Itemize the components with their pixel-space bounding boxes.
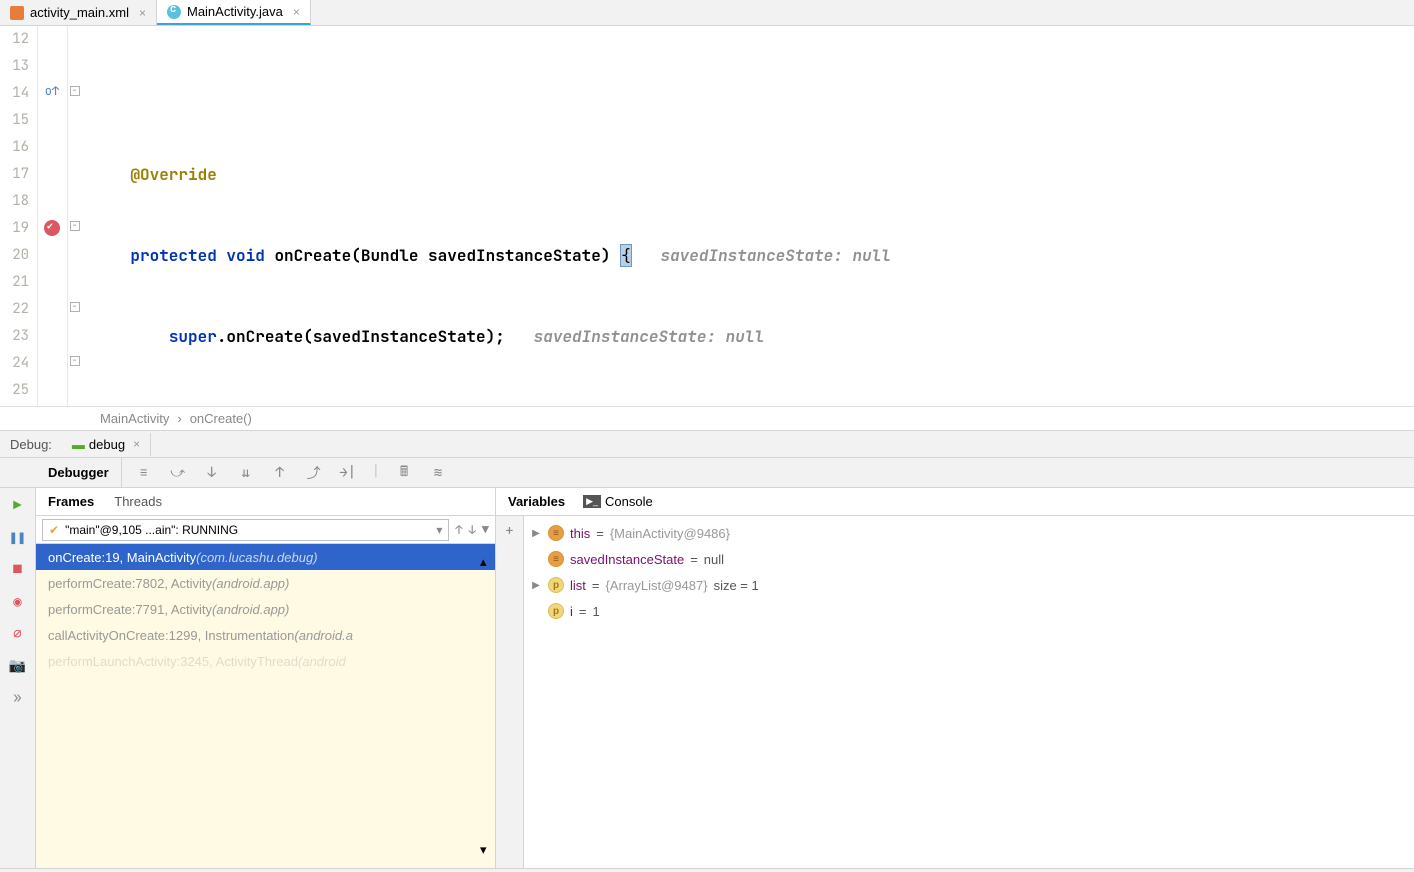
breadcrumb-item[interactable]: MainActivity [100, 411, 169, 426]
android-icon: ▬ [72, 437, 85, 452]
field-icon: ≡ [548, 525, 564, 541]
field-icon: ≡ [548, 551, 564, 567]
thread-selector[interactable]: ✔ "main"@9,105 ...ain": RUNNING ▾ [42, 519, 449, 541]
tab-mainactivity-java[interactable]: MainActivity.java × [157, 0, 311, 25]
fold-icon[interactable] [70, 221, 80, 231]
override-up-icon[interactable]: o↑ [44, 83, 60, 99]
camera-icon[interactable]: 📷 [8, 656, 28, 676]
pause-icon[interactable]: ❚❚ [8, 528, 28, 548]
close-icon[interactable]: × [293, 5, 300, 19]
step-out-icon[interactable]: ↑ [270, 463, 290, 483]
threads-tab[interactable]: Threads [114, 494, 162, 509]
breadcrumb[interactable]: MainActivity › onCreate() [0, 406, 1414, 430]
chevron-right-icon: › [177, 411, 181, 426]
run-to-cursor-icon[interactable]: →| [338, 463, 358, 483]
next-frame-icon[interactable]: ↓ [469, 522, 476, 538]
filter-icon[interactable]: ▼ [482, 522, 489, 538]
line-number-gutter: 1213141516171819202122232425262728293031 [0, 26, 38, 406]
debug-config-name: debug [89, 437, 125, 452]
variables-tab[interactable]: Variables [508, 494, 565, 509]
xml-file-icon [10, 6, 24, 20]
stack-frame[interactable]: performCreate:7802, Activity (android.ap… [36, 570, 495, 596]
variable-row[interactable]: ▶≡this = {MainActivity@9486} [524, 520, 1414, 546]
debug-label: Debug: [0, 437, 62, 452]
bottom-bar [0, 868, 1414, 872]
fold-icon[interactable] [70, 302, 80, 312]
tab-label: activity_main.xml [30, 5, 129, 20]
variable-row[interactable]: ≡savedInstanceState = null [524, 546, 1414, 572]
drop-frame-icon[interactable]: ⤴ [304, 463, 324, 483]
frames-list[interactable]: onCreate:19, MainActivity (com.lucashu.d… [36, 544, 495, 868]
parameter-icon: p [548, 603, 564, 619]
thread-name: "main"@9,105 ...ain": RUNNING [65, 523, 238, 537]
fold-icon[interactable] [70, 356, 80, 366]
console-icon: ▶_ [583, 495, 601, 508]
step-into-icon[interactable]: ↓ [202, 463, 222, 483]
tab-activity-main-xml[interactable]: activity_main.xml × [0, 0, 157, 25]
resume-icon[interactable]: ▶ [8, 496, 28, 516]
more-icon[interactable]: » [8, 688, 28, 708]
fold-column [68, 26, 82, 406]
code-content[interactable]: @Override protected void onCreate(Bundle… [82, 26, 1414, 406]
frames-pane: Frames Threads ✔ "main"@9,105 ...ain": R… [36, 488, 496, 868]
evaluate-expression-icon[interactable]: 🖩 [394, 463, 414, 483]
add-watch-button[interactable]: + [496, 516, 524, 868]
breakpoint-icon[interactable] [44, 220, 60, 236]
close-icon[interactable]: × [133, 437, 140, 451]
gutter-icons: o↑ [38, 26, 68, 406]
trace-icon[interactable]: ≋ [428, 463, 448, 483]
code-editor[interactable]: 1213141516171819202122232425262728293031… [0, 26, 1414, 406]
expand-icon[interactable]: ▶ [530, 528, 542, 539]
variable-row[interactable]: ▶plist = {ArrayList@9487} size = 1 [524, 572, 1414, 598]
variables-pane: Variables ▶_Console + ▶≡this = {MainActi… [496, 488, 1414, 868]
debug-toolbar: Debugger ≡ ⤻ ↓ ⇊ ↑ ⤴ →| | 🖩 ≋ [0, 458, 1414, 488]
parameter-icon: p [548, 577, 564, 593]
stack-frame[interactable]: onCreate:19, MainActivity (com.lucashu.d… [36, 544, 495, 570]
stack-frame[interactable]: callActivityOnCreate:1299, Instrumentati… [36, 622, 495, 648]
stack-frame[interactable]: performLaunchActivity:3245, ActivityThre… [36, 648, 495, 674]
chevron-down-icon: ▾ [436, 523, 442, 537]
view-breakpoints-icon[interactable]: ◉ [8, 592, 28, 612]
variable-row[interactable]: pi = 1 [524, 598, 1414, 624]
show-execution-point-icon[interactable]: ≡ [134, 463, 154, 483]
close-icon[interactable]: × [139, 6, 146, 20]
debug-side-toolbar: ▶ ❚❚ ■ ◉ ⌀ 📷 » [0, 488, 36, 868]
checkmark-icon: ✔ [49, 523, 59, 537]
stack-frame[interactable]: performCreate:7791, Activity (android.ap… [36, 596, 495, 622]
console-tab[interactable]: ▶_Console [583, 494, 653, 509]
mute-breakpoints-icon[interactable]: ⌀ [8, 624, 28, 644]
editor-tabs: activity_main.xml × MainActivity.java × [0, 0, 1414, 26]
java-class-icon [167, 5, 181, 19]
expand-icon[interactable]: ▶ [530, 580, 542, 591]
scroll-down-icon[interactable]: ▾ [480, 842, 491, 858]
step-over-icon[interactable]: ⤻ [168, 463, 188, 483]
force-step-into-icon[interactable]: ⇊ [236, 463, 256, 483]
variables-list[interactable]: ▶≡this = {MainActivity@9486} ≡savedInsta… [524, 516, 1414, 868]
stop-icon[interactable]: ■ [8, 560, 28, 580]
debug-panel-header: Debug: ▬ debug × [0, 430, 1414, 458]
debugger-tab[interactable]: Debugger [36, 458, 122, 487]
tab-label: MainActivity.java [187, 4, 283, 19]
debug-config-tab[interactable]: ▬ debug × [62, 433, 151, 456]
breadcrumb-item[interactable]: onCreate() [190, 411, 252, 426]
frames-tab[interactable]: Frames [48, 494, 94, 509]
fold-icon[interactable] [70, 86, 80, 96]
prev-frame-icon[interactable]: ↑ [455, 522, 462, 538]
scroll-up-icon[interactable]: ▴ [480, 554, 491, 570]
